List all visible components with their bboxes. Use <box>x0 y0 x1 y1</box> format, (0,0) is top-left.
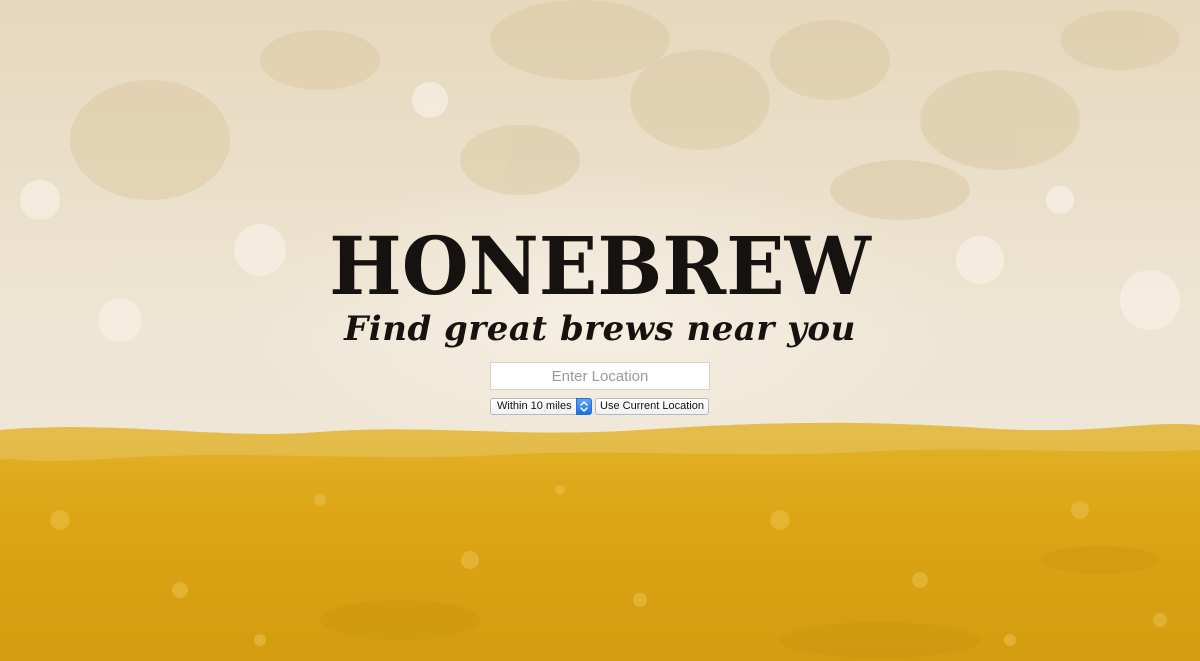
radius-select-value: Within 10 miles <box>497 400 572 412</box>
use-current-location-button[interactable]: Use Current Location <box>595 398 709 415</box>
tagline: Find great brews near you <box>344 309 856 349</box>
up-down-chevron-icon <box>576 398 592 415</box>
site-logo-title[interactable]: HONEBREW <box>24 218 1176 314</box>
hero-section: HONEBREW Find great brews near you Withi… <box>0 0 1200 661</box>
location-input[interactable] <box>490 362 710 390</box>
radius-select[interactable]: Within 10 miles <box>490 398 592 415</box>
